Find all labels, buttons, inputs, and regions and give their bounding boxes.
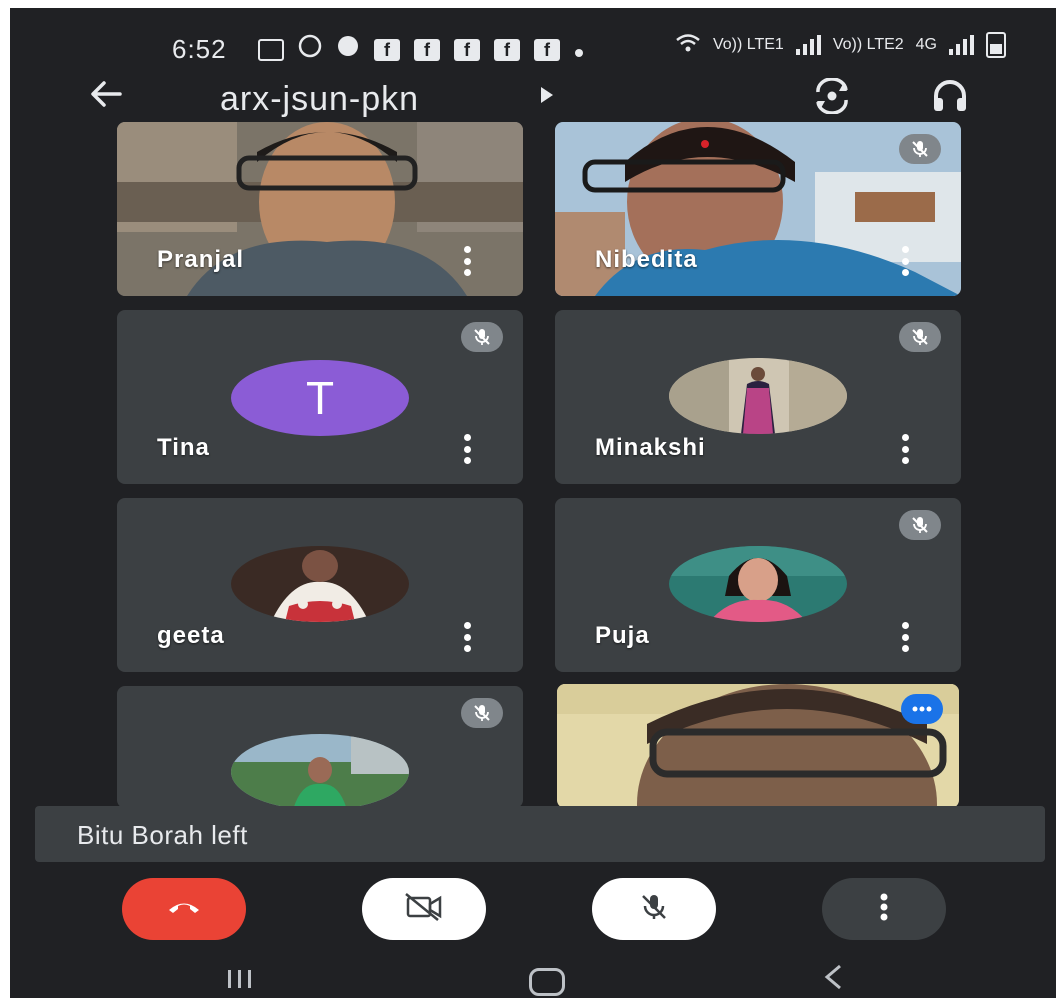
participant-tile[interactable]: Puja [555,498,961,672]
avatar-photo [669,358,847,434]
system-nav-bar [10,958,1056,998]
participant-tile[interactable]: geeta [117,498,523,672]
participant-name: Puja [595,622,650,649]
notification-icons: f f f f f [258,34,584,65]
end-call-button[interactable] [122,878,246,940]
letter-avatar: T [231,360,409,436]
more-vert-icon[interactable] [901,246,909,276]
whatsapp-icon [298,34,322,65]
participant-tile[interactable]: Pranjal [117,122,523,296]
recents-icon[interactable] [228,970,251,988]
home-icon[interactable] [529,968,565,996]
mic-off-icon [461,322,503,352]
participant-tile[interactable]: Nibedita [555,122,961,296]
more-options-button[interactable] [822,878,946,940]
participant-tile[interactable]: T Tina [117,310,523,484]
facebook-icon: f [374,38,400,61]
participant-name: geeta [157,622,225,649]
signal-area: Vo)) LTE1 Vo)) LTE2 4G [675,32,1006,58]
participant-video [557,684,959,808]
meeting-top-bar: arx-jsun-pkn [10,70,1056,126]
more-vert-icon[interactable] [463,246,471,276]
battery-icon [986,32,1006,58]
switch-camera-icon[interactable] [810,77,854,119]
participant-name: Minakshi [595,434,706,461]
mic-off-icon [461,698,503,728]
jio-icon [336,34,360,65]
camera-toggle-button[interactable] [362,878,486,940]
facebook-icon: f [534,38,560,61]
avatar-photo [231,734,409,808]
network-label-2: Vo)) LTE2 [832,36,904,53]
participant-name: Tina [157,434,210,461]
mic-off-icon [899,322,941,352]
participant-tile[interactable]: Minakshi [555,310,961,484]
status-bar: 6:52 f f f f f Vo)) LTE1 Vo)) LTE2 4G [10,8,1056,72]
facebook-icon: f [414,38,440,61]
snackbar-message: Bitu Borah left [77,820,248,850]
call-controls [10,878,1056,948]
caret-right-icon[interactable] [538,84,556,112]
meeting-code[interactable]: arx-jsun-pkn [220,80,419,119]
status-time: 6:52 [172,34,227,64]
more-vert-icon[interactable] [463,434,471,464]
mic-toggle-button[interactable] [592,878,716,940]
back-nav-icon[interactable] [822,962,844,998]
avatar-photo [231,546,409,622]
more-vert-icon[interactable] [901,434,909,464]
network-type: 4G [915,36,937,53]
signal-bars-icon [949,35,974,55]
avatar-photo [669,546,847,622]
screen-record-icon [258,38,284,61]
back-arrow-icon[interactable] [88,76,124,120]
participant-name: Pranjal [157,246,245,273]
participant-tile[interactable] [117,686,523,808]
network-label-1: Vo)) LTE1 [712,36,784,53]
more-vert-icon[interactable] [463,622,471,652]
snackbar: Bitu Borah left [35,806,1045,862]
mic-off-icon [899,134,941,164]
facebook-icon: f [494,38,520,61]
dot-icon [574,34,584,65]
facebook-icon: f [454,38,480,61]
headphones-icon[interactable] [930,78,970,119]
mic-off-icon [639,892,669,927]
more-vert-icon [879,892,889,927]
participant-name: Nibedita [595,246,698,273]
phone-screen: 6:52 f f f f f Vo)) LTE1 Vo)) LTE2 4G ar… [10,8,1056,998]
signal-bars-icon [795,35,821,55]
end-call-icon [167,899,201,920]
speaking-indicator-icon [901,694,943,724]
participant-tile[interactable] [557,684,959,808]
mic-off-icon [899,510,941,540]
more-vert-icon[interactable] [901,622,909,652]
wifi-icon [675,33,701,58]
camera-off-icon [404,892,444,927]
avatar-initial: T [305,372,335,424]
